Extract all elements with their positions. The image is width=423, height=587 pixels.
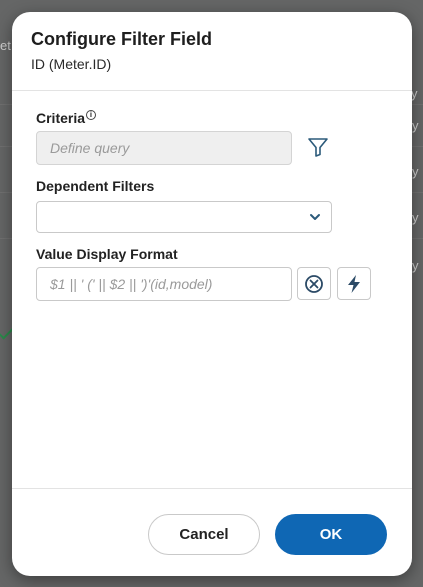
lightning-button[interactable] (337, 267, 371, 300)
dependent-filters-select[interactable] (36, 201, 332, 233)
header-divider (12, 90, 412, 91)
dialog-subtitle: ID (Meter.ID) (31, 56, 112, 72)
clear-button[interactable] (297, 267, 331, 300)
cancel-button[interactable]: Cancel (148, 514, 260, 555)
background-fragment: y (412, 210, 419, 225)
criteria-label: Criteria (36, 110, 86, 126)
criteria-query-field[interactable]: Define query (36, 131, 292, 165)
background-fragment: et (0, 38, 11, 53)
background-fragment: y (412, 118, 419, 133)
dependent-filters-label: Dependent Filters (36, 178, 155, 194)
lightning-icon (348, 274, 360, 293)
background-fragment: y (412, 258, 419, 273)
dialog-title: Configure Filter Field (31, 29, 213, 49)
background-fragment: y (412, 164, 419, 179)
chevron-down-icon (310, 214, 320, 220)
clear-circle-icon (305, 274, 323, 293)
configure-filter-dialog: Configure Filter Field ID (Meter.ID) Cri… (12, 12, 412, 576)
filter-icon[interactable] (307, 136, 329, 158)
footer-divider (12, 488, 412, 489)
value-display-format-input[interactable]: $1 || ' (' || $2 || ')'(id,model) (36, 267, 292, 301)
ok-button[interactable]: OK (275, 514, 387, 555)
info-icon[interactable]: i (86, 110, 96, 120)
value-display-format-label: Value Display Format (36, 246, 178, 262)
